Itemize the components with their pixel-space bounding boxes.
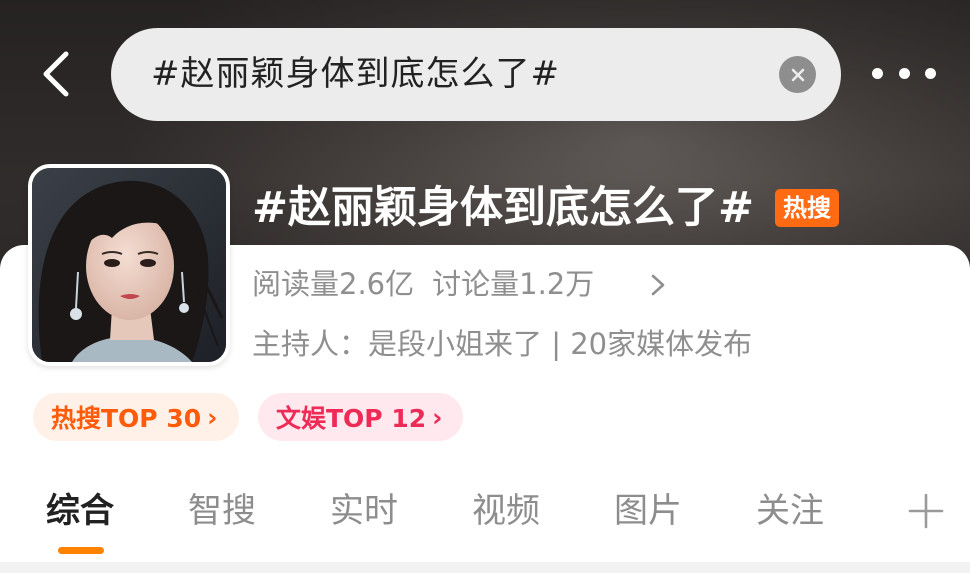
topic-page: #赵丽颖身体到底怎么了# #赵丽颖身体到底怎么了# 热搜 阅读量2.6亿 讨论量… <box>0 0 970 573</box>
hot-search-rank-pill[interactable]: 热搜TOP 30 › <box>33 393 239 441</box>
topic-stats[interactable]: 阅读量2.6亿 讨论量1.2万 <box>252 262 594 306</box>
search-box[interactable]: #赵丽颖身体到底怎么了# <box>111 28 841 121</box>
clear-search-button[interactable] <box>779 56 816 93</box>
avatar-image <box>32 168 226 362</box>
chevron-right-icon[interactable] <box>648 271 668 299</box>
entertainment-rank-label: 文娱TOP 12 <box>276 404 427 433</box>
hot-search-rank-label: 热搜TOP 30 <box>51 404 202 433</box>
chevron-right-icon: › <box>207 402 218 432</box>
tab-following[interactable]: 关注 <box>756 478 824 544</box>
chevron-right-icon: › <box>432 402 443 432</box>
search-query-text[interactable]: #赵丽颖身体到底怎么了# <box>151 28 560 121</box>
more-dot <box>925 67 936 79</box>
tab-bar: 综合 智搜 实时 视频 图片 关注 <box>0 478 970 544</box>
divider <box>0 562 970 573</box>
active-tab-indicator <box>58 547 104 554</box>
clear-icon <box>791 68 804 81</box>
plus-icon[interactable] <box>907 492 945 530</box>
back-arrow-icon <box>43 51 69 97</box>
topic-avatar[interactable] <box>28 164 230 366</box>
tab-smart-search[interactable]: 智搜 <box>188 478 256 544</box>
more-dots-icon <box>872 67 883 79</box>
tab-video[interactable]: 视频 <box>472 478 540 544</box>
topic-title: #赵丽颖身体到底怎么了# <box>252 183 755 233</box>
more-options-button[interactable] <box>872 55 936 91</box>
tab-comprehensive[interactable]: 综合 <box>46 478 114 544</box>
tab-images[interactable]: 图片 <box>614 478 682 544</box>
read-count: 阅读量2.6亿 <box>252 267 415 301</box>
tab-realtime[interactable]: 实时 <box>330 478 398 544</box>
back-button[interactable] <box>30 44 80 104</box>
entertainment-rank-pill[interactable]: 文娱TOP 12 › <box>258 393 463 441</box>
discussion-count: 讨论量1.2万 <box>432 267 595 301</box>
more-dot <box>898 67 910 79</box>
hot-badge: 热搜 <box>775 189 839 227</box>
host-info: 主持人：是段小姐来了 | 20家媒体发布 <box>252 327 753 361</box>
